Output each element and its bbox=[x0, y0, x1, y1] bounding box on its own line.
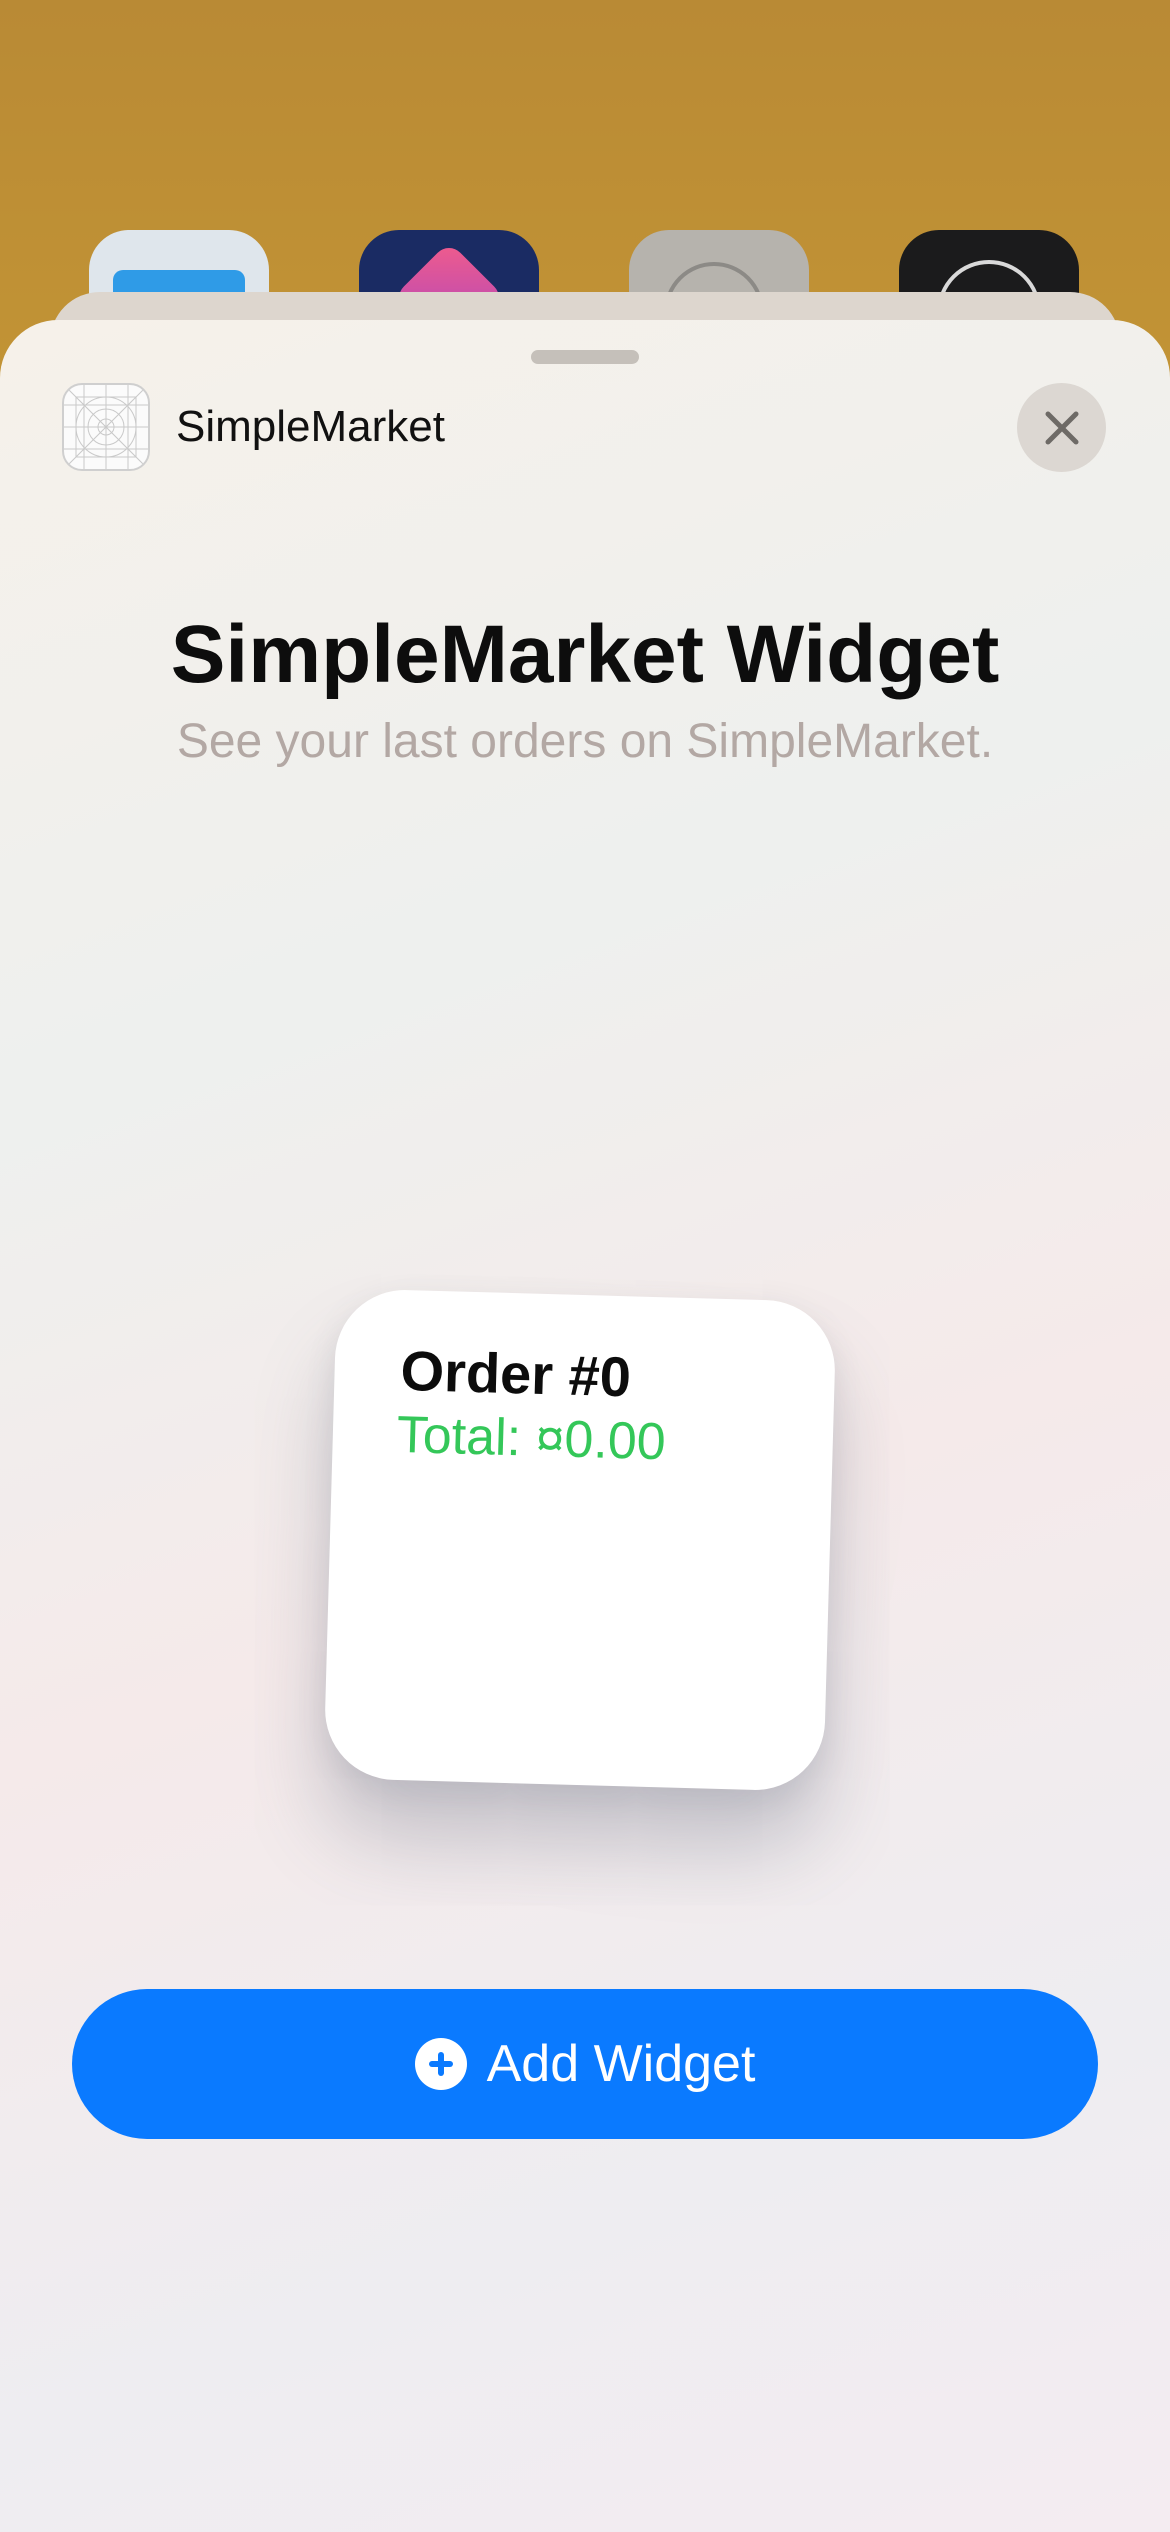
app-name: SimpleMarket bbox=[176, 402, 445, 451]
plus-circle-icon bbox=[414, 2038, 467, 2090]
widget-description: See your last orders on SimpleMarket. bbox=[176, 715, 994, 768]
widget-gallery-sheet: SimpleMarket SimpleMarket Widget See you… bbox=[0, 320, 1170, 2532]
close-icon bbox=[1045, 411, 1078, 444]
app-placeholder-icon bbox=[62, 383, 150, 471]
sheet-grabber[interactable] bbox=[531, 350, 639, 364]
add-widget-button[interactable]: Add Widget bbox=[72, 1989, 1098, 2139]
order-title: Order #0 bbox=[399, 1338, 632, 1409]
add-widget-label: Add Widget bbox=[486, 2035, 756, 2093]
close-button[interactable] bbox=[1017, 383, 1106, 472]
app-header: SimpleMarket bbox=[62, 382, 445, 472]
widget-title: SimpleMarket Widget bbox=[170, 609, 1000, 700]
widget-preview[interactable]: Order #0 Total: ¤0.00 bbox=[323, 1288, 837, 1792]
order-total: Total: ¤0.00 bbox=[396, 1405, 667, 1472]
